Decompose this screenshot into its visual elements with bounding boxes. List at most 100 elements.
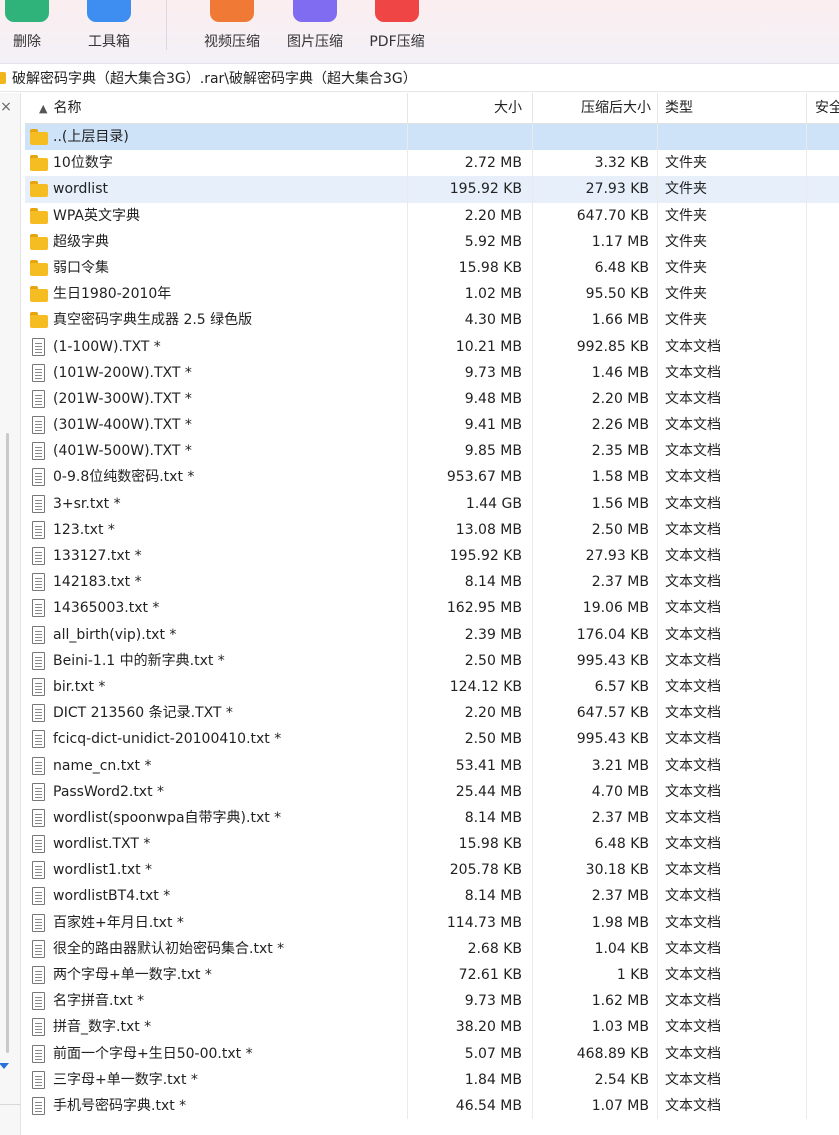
file-name-cell: wordlist.TXT * — [25, 831, 408, 858]
table-row[interactable]: 拼音_数字.txt * 38.20 MB 1.03 MB 文本文档 — [25, 1014, 839, 1041]
table-row[interactable]: 真空密码字典生成器 2.5 绿色版 4.30 MB 1.66 MB 文件夹 — [25, 307, 839, 334]
video-compress-button[interactable]: × 视频压缩 — [197, 0, 267, 64]
image-compress-button[interactable]: × 图片压缩 — [280, 0, 350, 64]
file-size-cell: 953.67 MB — [408, 464, 533, 491]
video-compress-label: 视频压缩 — [204, 34, 260, 50]
table-row[interactable]: 生日1980-2010年 1.02 MB 95.50 KB 文件夹 — [25, 281, 839, 308]
toolbox-button[interactable]: 工具箱 — [74, 0, 144, 64]
toolbar: 删除 工具箱 × 视频压缩 × 图片压缩 × PDF压缩 — [0, 0, 839, 64]
table-row[interactable]: wordlist 195.92 KB 27.93 KB 文件夹 — [25, 176, 839, 203]
file-size-cell: 2.72 MB — [408, 150, 533, 177]
table-row[interactable]: 超级字典 5.92 MB 1.17 MB 文件夹 — [25, 228, 839, 255]
file-name-cell: 真空密码字典生成器 2.5 绿色版 — [25, 307, 408, 334]
table-row[interactable]: wordlist1.txt * 205.78 KB 30.18 KB 文本文档 — [25, 857, 839, 884]
file-name-cell: (301W-400W).TXT * — [25, 412, 408, 439]
table-row[interactable]: 123.txt * 13.08 MB 2.50 MB 文本文档 — [25, 516, 839, 543]
chevron-down-icon[interactable] — [0, 1063, 9, 1069]
file-size-cell: 205.78 KB — [408, 857, 533, 884]
left-pane-scrollbar[interactable] — [6, 433, 9, 1053]
compressed-size-cell: 27.93 KB — [533, 176, 658, 203]
file-size-cell: 15.98 KB — [408, 831, 533, 858]
file-name-cell: DICT 213560 条记录.TXT * — [25, 700, 408, 727]
table-row[interactable]: 名字拼音.txt * 9.73 MB 1.62 MB 文本文档 — [25, 988, 839, 1015]
pdf-compress-button[interactable]: × PDF压缩 — [362, 0, 432, 64]
file-type-cell — [658, 124, 807, 151]
file-name-text: 拼音_数字.txt * — [53, 1019, 152, 1036]
table-row[interactable]: WPA英文字典 2.20 MB 647.70 KB 文件夹 — [25, 202, 839, 229]
table-row[interactable]: DICT 213560 条记录.TXT * 2.20 MB 647.57 KB 文本文… — [25, 700, 839, 727]
compressed-size-cell: 647.70 KB — [533, 202, 658, 229]
table-row[interactable]: 两个字母+单一数字.txt * 72.61 KB 1 KB 文本文档 — [25, 962, 839, 989]
table-row[interactable]: fcicq-dict-unidict-20100410.txt * 2.50 MB… — [25, 726, 839, 753]
column-header-size[interactable]: 大小 — [408, 93, 533, 124]
file-type-cell: 文本文档 — [658, 909, 807, 936]
file-type-cell: 文本文档 — [658, 752, 807, 779]
file-size-cell: 13.08 MB — [408, 516, 533, 543]
table-row[interactable]: wordlist(spoonwpa自带字典).txt * 8.14 MB 2.37 … — [25, 804, 839, 832]
table-row[interactable]: 0-9.8位纯数密码.txt * 953.67 MB 1.58 MB 文本文档 — [25, 464, 839, 491]
file-name-text: all_birth(vip).txt * — [53, 626, 177, 643]
close-icon[interactable]: × — [0, 99, 12, 115]
compressed-size-cell: 3.21 MB — [533, 752, 658, 779]
left-pane: × — [0, 93, 21, 1135]
table-row[interactable]: name_cn.txt * 53.41 MB 3.21 MB 文本文档 — [25, 752, 839, 779]
table-row[interactable]: 142183.txt * 8.14 MB 2.37 MB 文本文档 — [25, 569, 839, 596]
table-row[interactable]: Beini-1.1 中的新字典.txt * 2.50 MB 995.43 KB 文本文… — [25, 647, 839, 674]
table-row[interactable]: bir.txt * 124.12 KB 6.57 KB 文本文档 — [25, 673, 839, 701]
table-row[interactable]: 手机号密码字典.txt * 46.54 MB 1.07 MB 文本文档 — [25, 1092, 839, 1120]
compressed-size-cell — [533, 124, 658, 151]
table-row[interactable]: 3+sr.txt * 1.44 GB 1.56 MB 文本文档 — [25, 490, 839, 517]
file-size-cell: 9.73 MB — [408, 988, 533, 1015]
table-row[interactable]: all_birth(vip).txt * 2.39 MB 176.04 KB 文本文档 — [25, 621, 839, 648]
table-row[interactable]: (101W-200W).TXT * 9.73 MB 1.46 MB 文本文档 — [25, 359, 839, 386]
table-row[interactable]: wordlist.TXT * 15.98 KB 6.48 KB 文本文档 — [25, 831, 839, 858]
file-name-cell: 名字拼音.txt * — [25, 988, 408, 1015]
file-size-cell: 2.68 KB — [408, 935, 533, 962]
table-row[interactable]: (201W-300W).TXT * 9.48 MB 2.20 MB 文本文档 — [25, 385, 839, 413]
compressed-size-cell: 95.50 KB — [533, 281, 658, 308]
table-row[interactable]: 133127.txt * 195.92 KB 27.93 KB 文本文档 — [25, 543, 839, 570]
delete-button[interactable]: 删除 — [0, 0, 62, 64]
table-row[interactable]: PassWord2.txt * 25.44 MB 4.70 MB 文本文档 — [25, 778, 839, 805]
table-row[interactable]: (401W-500W).TXT * 9.85 MB 2.35 MB 文本文档 — [25, 438, 839, 465]
file-type-cell: 文本文档 — [658, 988, 807, 1015]
table-row[interactable]: 14365003.txt * 162.95 MB 19.06 MB 文本文档 — [25, 595, 839, 622]
address-bar[interactable]: 破解密码字典（超大集合3G）.rar\破解密码字典（超大集合3G） — [0, 64, 839, 92]
column-header-compressed-size[interactable]: 压缩后大小 — [533, 93, 658, 124]
pdf-compress-label: PDF压缩 — [369, 34, 425, 50]
file-name-cell: 123.txt * — [25, 516, 408, 543]
file-size-cell: 124.12 KB — [408, 673, 533, 701]
file-size-cell: 9.48 MB — [408, 385, 533, 413]
file-type-cell: 文本文档 — [658, 490, 807, 517]
table-row[interactable]: 百家姓+年月日.txt * 114.73 MB 1.98 MB 文本文档 — [25, 909, 839, 936]
file-name-cell: 10位数字 — [25, 150, 408, 177]
table-row[interactable]: (1-100W).TXT * 10.21 MB 992.85 KB 文本文档 — [25, 333, 839, 360]
file-type-cell: 文本文档 — [658, 962, 807, 989]
file-type-cell: 文件夹 — [658, 228, 807, 255]
file-size-cell: 46.54 MB — [408, 1092, 533, 1120]
table-row[interactable]: wordlistBT4.txt * 8.14 MB 2.37 MB 文本文档 — [25, 883, 839, 910]
table-row[interactable]: ..(上层目录) — [25, 124, 839, 151]
column-header-security[interactable]: 安全 — [807, 93, 839, 124]
table-row[interactable]: 三字母+单一数字.txt * 1.84 MB 2.54 KB 文本文档 — [25, 1066, 839, 1093]
file-name-text: (401W-500W).TXT * — [53, 443, 192, 460]
image-compress-icon: × — [293, 0, 337, 22]
file-type-cell: 文本文档 — [658, 935, 807, 962]
file-name-cell: 手机号密码字典.txt * — [25, 1092, 408, 1120]
file-type-cell: 文本文档 — [658, 464, 807, 491]
table-row[interactable]: 10位数字 2.72 MB 3.32 KB 文件夹 — [25, 150, 839, 177]
column-header-type[interactable]: 类型 — [658, 93, 807, 124]
table-row[interactable]: 前面一个字母+生日50-00.txt * 5.07 MB 468.89 KB 文本文档 — [25, 1040, 839, 1067]
compressed-size-cell: 2.37 MB — [533, 804, 658, 832]
file-name-text: bir.txt * — [53, 678, 106, 695]
file-name-cell: 0-9.8位纯数密码.txt * — [25, 464, 408, 491]
table-row[interactable]: 很全的路由器默认初始密码集合.txt * 2.68 KB 1.04 KB 文本文档 — [25, 935, 839, 962]
file-size-cell: 4.30 MB — [408, 307, 533, 334]
column-header-name[interactable]: ▲ 名称 — [25, 93, 408, 124]
table-row[interactable]: (301W-400W).TXT * 9.41 MB 2.26 MB 文本文档 — [25, 412, 839, 439]
compressed-size-cell: 2.35 MB — [533, 438, 658, 465]
file-name-cell: 前面一个字母+生日50-00.txt * — [25, 1040, 408, 1067]
compressed-size-cell: 19.06 MB — [533, 595, 658, 622]
file-type-cell: 文件夹 — [658, 254, 807, 282]
table-row[interactable]: 弱口令集 15.98 KB 6.48 KB 文件夹 — [25, 254, 839, 282]
